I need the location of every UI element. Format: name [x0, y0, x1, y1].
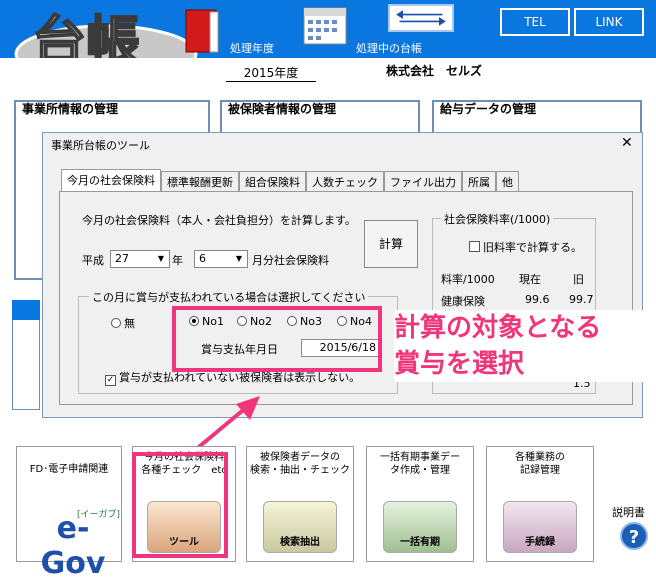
rate-row-current: 99.6: [525, 293, 550, 306]
rate-header-current: 現在: [519, 273, 541, 286]
annotation-text: 計算の対象となる 賞与を選択: [394, 310, 644, 382]
old-rate-checkbox[interactable]: 旧料率で計算する。: [469, 239, 582, 255]
tab-monthly-insurance[interactable]: 今月の社会保険料: [61, 169, 161, 191]
tab-strip: 今月の社会保険料 標準報酬更新 組合保険料 人数チェック ファイル出力 所属 他: [61, 169, 519, 191]
tool-highlight-box: [132, 452, 228, 558]
company-name: 株式会社 セルズ: [386, 64, 483, 78]
rate-row-old: 99.7: [569, 293, 594, 306]
tel-button[interactable]: TEL: [500, 8, 570, 36]
tab-union-insurance[interactable]: 組合保険料: [239, 171, 306, 191]
shovel-icon: 一括有期: [383, 501, 457, 553]
bonus-group-title: この月に賞与が支払われている場合は選択してください: [89, 289, 369, 305]
help-icon[interactable]: ?: [620, 522, 648, 550]
rate-header-old: 旧: [573, 273, 584, 286]
dialog-title: 事業所台帳のツール: [51, 139, 150, 152]
record-button[interactable]: 各種業務の 記録管理 手続録: [486, 446, 594, 562]
tab-affiliation[interactable]: 所属: [462, 171, 496, 191]
month-select-value: 6: [199, 252, 206, 265]
year-label: 処理年度: [230, 42, 274, 55]
year-suffix: 年: [172, 254, 183, 267]
search-label: 検索抽出: [280, 537, 320, 548]
magnifier-icon: 検索抽出: [263, 501, 337, 553]
radio-none[interactable]: 無: [111, 315, 135, 331]
month-select[interactable]: 6 ▼: [194, 250, 248, 268]
tab-file-output[interactable]: ファイル出力: [384, 171, 462, 191]
description-text: 今月の社会保険料（本人・会社負担分）を計算します。: [82, 214, 356, 227]
tab-standard-update[interactable]: 標準報酬更新: [161, 171, 239, 191]
rate-row-name: 健康保険: [441, 295, 485, 308]
bulk-label: 一括有期: [400, 537, 440, 548]
chevron-down-icon: ▼: [235, 254, 243, 263]
fiscal-year-value: 2015年度: [226, 64, 316, 82]
rate-header-rate: 料率/1000: [441, 273, 495, 286]
tab-other[interactable]: 他: [496, 171, 519, 191]
year-select-value: 27: [115, 252, 129, 265]
record-caption-2: 記録管理: [520, 465, 560, 476]
checkmark-icon[interactable]: ✓: [105, 375, 116, 386]
era-label: 平成: [82, 254, 104, 267]
old-rate-label: 旧料率で計算する。: [483, 241, 582, 254]
calculate-button[interactable]: 計算: [364, 220, 418, 268]
year-select[interactable]: 27 ▼: [110, 250, 170, 268]
book-icon[interactable]: [180, 6, 224, 56]
tab-headcount-check[interactable]: 人数チェック: [306, 171, 384, 191]
egov-button[interactable]: FD･電子申請関連 [イーガブ] e-Gov: [16, 446, 122, 581]
hide-unpaid-label: 賞与が支払われていない被保険者は表示しない。: [119, 371, 361, 384]
calendar-icon[interactable]: [302, 4, 348, 46]
bulk-caption-1: 一括有期事業デー: [380, 452, 460, 463]
salary-data-title: 給与データの管理: [440, 102, 537, 116]
annotation-line2: 賞与を選択: [394, 349, 525, 379]
radio-none-circle[interactable]: [111, 318, 121, 328]
bulk-button[interactable]: 一括有期事業デー タ作成・管理 一括有期: [366, 446, 474, 562]
hand-card-icon: 手続録: [503, 501, 577, 553]
old-rate-check-box[interactable]: [469, 241, 480, 252]
manual-label: 説明書: [612, 506, 645, 519]
record-caption-1: 各種業務の: [515, 452, 565, 463]
search-button[interactable]: 被保険者データの 検索・抽出・チェック 検索抽出: [246, 446, 354, 562]
info-strip: [0, 58, 656, 86]
left-panel-bar: [12, 300, 40, 320]
search-caption-1: 被保険者データの: [260, 452, 340, 463]
annotation-line1: 計算の対象となる: [394, 313, 602, 343]
office-info-title: 事業所情報の管理: [22, 102, 119, 116]
month-suffix: 月分社会保険料: [252, 254, 329, 267]
swap-arrows-icon[interactable]: [388, 4, 454, 32]
search-caption-2: 検索・抽出・チェック: [250, 465, 350, 476]
bulk-caption-2: タ作成・管理: [390, 465, 450, 476]
radio-none-label: 無: [124, 317, 135, 330]
chevron-down-icon: ▼: [157, 254, 165, 263]
link-button[interactable]: LINK: [574, 8, 644, 36]
egov-caption: FD･電子申請関連: [29, 464, 109, 475]
insured-info-title: 被保険者情報の管理: [228, 102, 337, 116]
current-ledger-label: 処理中の台帳: [356, 42, 422, 55]
highlight-box: [172, 306, 382, 372]
record-label: 手続録: [525, 537, 555, 548]
close-icon[interactable]: ✕: [621, 135, 633, 151]
rate-group-title: 社会保険料率(/1000): [441, 211, 554, 227]
egov-logo: e-Gov: [40, 511, 106, 581]
